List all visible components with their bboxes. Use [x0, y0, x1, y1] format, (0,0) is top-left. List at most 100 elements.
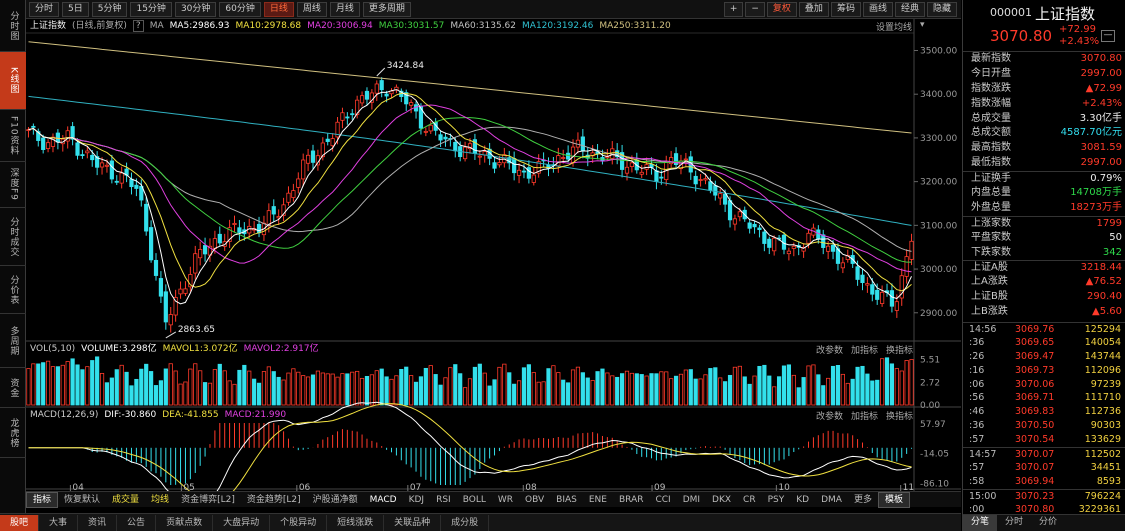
indicator-tab-3[interactable]: 均线	[145, 493, 175, 507]
indicator-tab-11[interactable]: WR	[492, 493, 519, 507]
tick-time: 14:56	[969, 324, 997, 336]
vtab-price-table[interactable]: 分价表	[0, 266, 26, 314]
vol-switch-button[interactable]: 换指标	[886, 343, 913, 356]
footer-tab-1[interactable]: 大事	[39, 514, 79, 531]
low-label: 2863.65	[178, 325, 215, 335]
volume-bar	[487, 385, 492, 406]
indicator-tab-5[interactable]: 资金趋势[L2]	[241, 493, 307, 507]
volume-bar	[458, 373, 463, 406]
zoom-out-button[interactable]: −	[745, 2, 765, 17]
indicator-tab-24[interactable]: 模板	[877, 491, 910, 508]
candle-body	[129, 178, 134, 188]
indicator-tab-23[interactable]: 更多	[848, 493, 878, 507]
right-footer-tab-1[interactable]: 分时	[997, 515, 1031, 531]
indicator-tab-19[interactable]: CR	[737, 493, 762, 507]
volume-bar	[124, 371, 129, 406]
indicator-tab-1[interactable]: 恢复默认	[58, 493, 106, 507]
macd-add-button[interactable]: 加指标	[851, 409, 878, 422]
candle-body	[428, 124, 433, 132]
volume-bar	[526, 364, 531, 406]
footer-tab-7[interactable]: 短线涨跌	[327, 514, 385, 531]
indicator-tab-20[interactable]: PSY	[762, 493, 791, 507]
period-more[interactable]: 更多周期	[362, 1, 411, 17]
candle-body	[453, 142, 458, 152]
indicator-tab-17[interactable]: DMI	[677, 493, 706, 507]
indicator-tab-18[interactable]: DKX	[706, 493, 737, 507]
volume-bar	[703, 374, 708, 406]
footer-tab-5[interactable]: 大盘异动	[213, 514, 271, 531]
volume-bar	[55, 366, 60, 406]
volume-bar	[850, 378, 855, 406]
indicator-tab-21[interactable]: KD	[790, 493, 815, 507]
stock-code: 000001	[990, 6, 1032, 19]
classic-button[interactable]: 经典	[894, 2, 925, 17]
candle-body	[855, 266, 860, 280]
period-15min[interactable]: 15分钟	[130, 1, 172, 17]
footer-tab-6[interactable]: 个股异动	[270, 514, 328, 531]
period-60min[interactable]: 60分钟	[219, 1, 261, 17]
period-5day[interactable]: 5日	[62, 1, 89, 17]
period-daily[interactable]: 日线	[263, 1, 294, 17]
vtab-fenshi[interactable]: 分时图	[0, 0, 26, 52]
chart-area[interactable]: 上证指数 (日线,前复权) ? MA MA5:2986.93 MA10:2978…	[26, 19, 961, 491]
period-fenshi[interactable]: 分时	[29, 1, 60, 17]
adjust-dropdown[interactable]: 复权	[766, 2, 797, 17]
footer-tab-4[interactable]: 贡献点数	[156, 514, 214, 531]
tick-list[interactable]: 14:56 3069.76 125294:36 3069.65 140054:26 306…	[963, 320, 1125, 516]
indicator-tab-22[interactable]: DMA	[815, 493, 848, 507]
volume-bar	[198, 370, 203, 406]
candle-body	[104, 164, 110, 167]
footer-tab-3[interactable]: 公告	[117, 514, 157, 531]
overlay-dropdown[interactable]: 叠加	[798, 2, 829, 17]
volume-bar	[428, 365, 433, 406]
indicator-tab-13[interactable]: BIAS	[550, 493, 583, 507]
vol-axis-label: 2.72	[920, 378, 940, 388]
indicator-tab-4[interactable]: 资金博弈[L2]	[175, 493, 241, 507]
vtab-ticks[interactable]: 分时成交	[0, 208, 26, 266]
indicator-tab-7[interactable]: MACD	[364, 493, 403, 507]
volume-bar	[207, 382, 213, 406]
indicator-tab-8[interactable]: KDJ	[403, 493, 431, 507]
period-monthly[interactable]: 月线	[329, 1, 360, 17]
tick-row: :26 3069.47 143744	[963, 350, 1125, 364]
vol-add-button[interactable]: 加指标	[851, 343, 878, 356]
vtab-capital[interactable]: 资金	[0, 368, 26, 408]
indicator-tab-0[interactable]: 指标	[26, 491, 59, 508]
zoom-in-button[interactable]: +	[723, 2, 744, 17]
footer-tab-2[interactable]: 资讯	[78, 514, 118, 531]
indicator-tab-16[interactable]: CCI	[649, 493, 676, 507]
vol-params-button[interactable]: 改参数	[816, 343, 843, 356]
indicator-tab-14[interactable]: ENE	[583, 493, 613, 507]
stat-label: 上A涨跌	[971, 276, 1008, 288]
vtab-multi-period[interactable]: 多周期	[0, 314, 26, 368]
macd-params-button[interactable]: 改参数	[816, 409, 843, 422]
vtab-dragon-tiger[interactable]: 龙虎榜	[0, 408, 26, 458]
indicator-tab-10[interactable]: BOLL	[457, 493, 492, 507]
indicator-tab-9[interactable]: RSI	[430, 493, 457, 507]
footer-tab-0[interactable]: 股吧	[0, 514, 40, 531]
chip-dist-button[interactable]: 筹码	[830, 2, 861, 17]
indicator-tab-2[interactable]: 成交量	[106, 493, 145, 507]
right-footer-tab-0[interactable]: 分笔	[963, 515, 998, 531]
candle-body	[516, 169, 522, 176]
volume-bar	[345, 373, 350, 406]
period-weekly[interactable]: 周线	[296, 1, 327, 17]
vtab-f10[interactable]: F10资料	[0, 110, 26, 162]
indicator-tab-15[interactable]: BRAR	[613, 493, 649, 507]
menu-icon[interactable]: —	[1101, 30, 1115, 42]
period-5min[interactable]: 5分钟	[91, 1, 128, 17]
vtab-depth[interactable]: 深度F9	[0, 162, 26, 208]
footer-tab-8[interactable]: 关联品种	[384, 514, 442, 531]
indicator-tab-6[interactable]: 沪股通净额	[307, 493, 364, 507]
draw-line-button[interactable]: 画线	[862, 2, 893, 17]
tick-time: 14:57	[969, 449, 997, 461]
macd-switch-button[interactable]: 换指标	[886, 409, 913, 422]
footer-tab-9[interactable]: 成分股	[441, 514, 490, 531]
right-footer-tab-2[interactable]: 分价	[1031, 515, 1065, 531]
hide-button[interactable]: 隐藏	[926, 2, 957, 17]
indicator-tab-12[interactable]: OBV	[519, 493, 550, 507]
stat-value: 4587.70亿元	[1060, 127, 1122, 139]
period-30min[interactable]: 30分钟	[174, 1, 217, 17]
vtab-kline[interactable]: K线图	[0, 52, 26, 110]
volume-bar	[482, 372, 487, 406]
